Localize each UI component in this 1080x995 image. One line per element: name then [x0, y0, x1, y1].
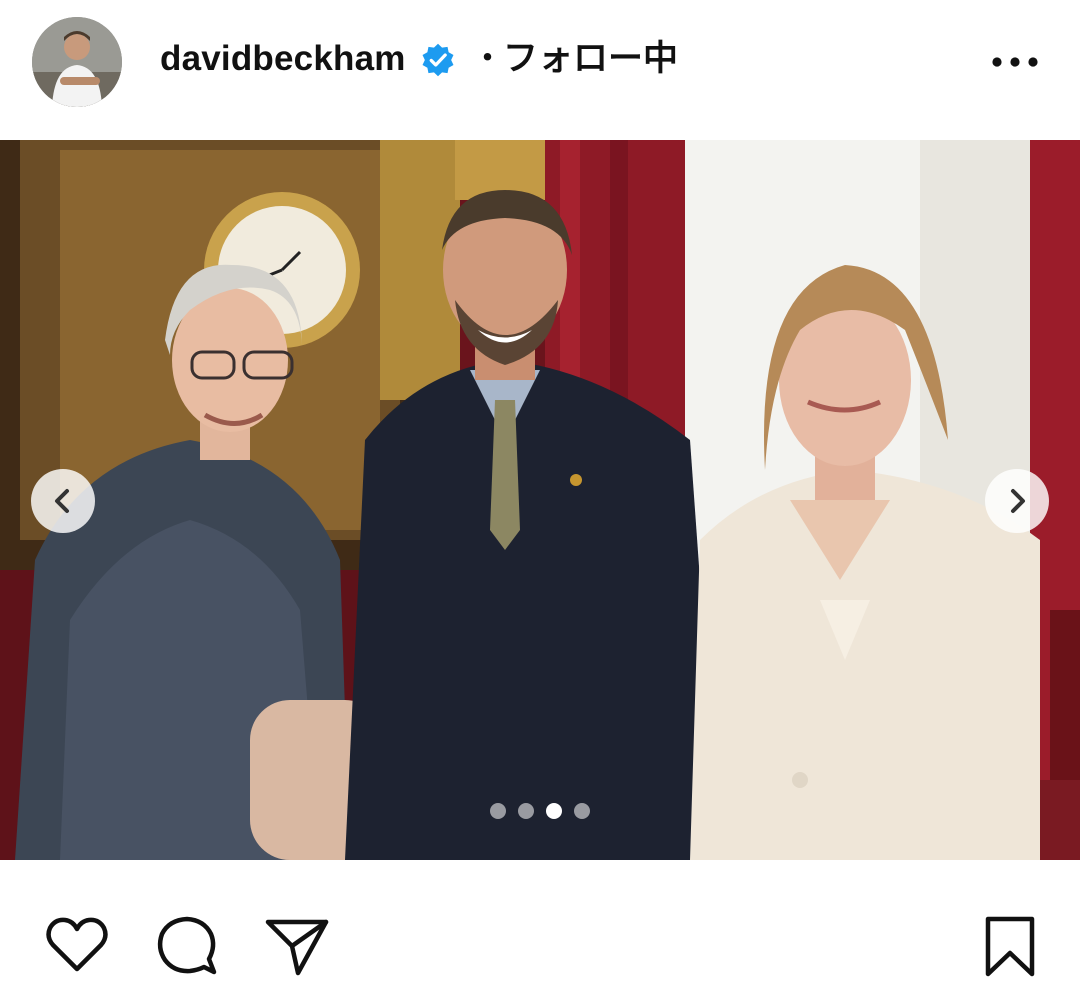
- photo-scene: [0, 140, 1080, 860]
- send-paper-plane-icon[interactable]: [264, 913, 330, 979]
- separator-dot: ・: [470, 39, 506, 78]
- carousel-prev-button[interactable]: [31, 469, 95, 533]
- carousel-dot: [490, 803, 506, 819]
- verified-badge-icon: [422, 43, 454, 77]
- action-bar: [0, 860, 1080, 995]
- following-button[interactable]: フォロー中: [503, 38, 678, 80]
- carousel-dot: [574, 803, 590, 819]
- bookmark-icon[interactable]: [977, 913, 1043, 979]
- more-options-icon[interactable]: [990, 55, 1040, 69]
- chevron-left-icon: [55, 489, 69, 513]
- carousel-dot-active: [546, 803, 562, 819]
- heart-icon[interactable]: [44, 913, 110, 979]
- carousel-next-button[interactable]: [985, 469, 1049, 533]
- chevron-right-icon: [1011, 489, 1025, 513]
- username[interactable]: davidbeckham: [160, 38, 406, 80]
- carousel-indicator: [490, 803, 600, 821]
- post-photo[interactable]: [0, 140, 1080, 860]
- comment-bubble-icon[interactable]: [154, 913, 220, 979]
- profile-avatar[interactable]: [32, 17, 122, 107]
- post-header: davidbeckham ・ フォロー中: [0, 0, 1080, 140]
- carousel-dot: [518, 803, 534, 819]
